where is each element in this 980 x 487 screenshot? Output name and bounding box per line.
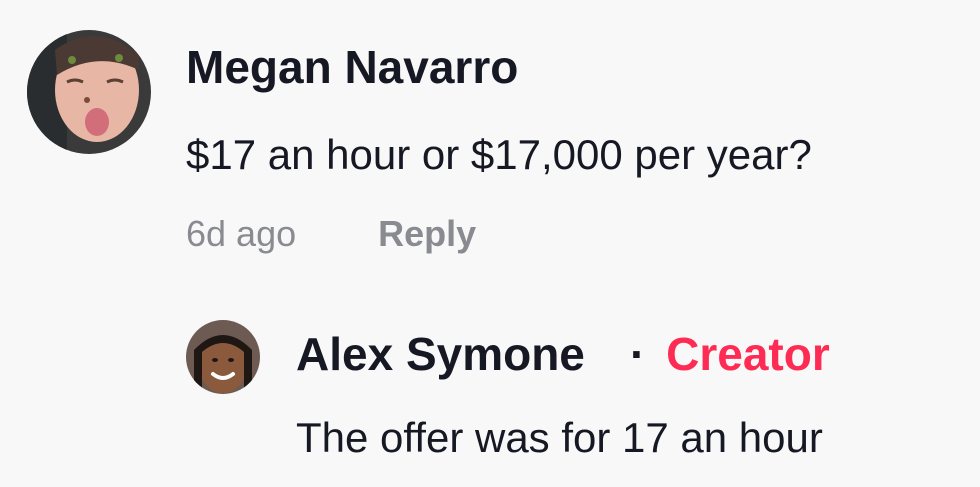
reply-author[interactable]: Alex Symone xyxy=(296,327,585,381)
creator-label: · Creator xyxy=(630,327,830,381)
alex-avatar[interactable] xyxy=(186,320,260,394)
comment-text: $17 an hour or $17,000 per year? xyxy=(186,131,812,178)
creator-badge: Creator xyxy=(666,328,830,380)
comment-thread: Megan Navarro $17 an hour or $17,000 per… xyxy=(0,0,980,487)
separator-dot: · xyxy=(630,328,646,380)
creator-avatar-photo-icon xyxy=(186,320,260,394)
comment-meta: 6d ago Reply xyxy=(186,213,476,255)
reply-button[interactable]: Reply xyxy=(378,213,476,254)
megan-avatar[interactable] xyxy=(27,30,151,154)
comment-timestamp: 6d ago xyxy=(186,213,297,254)
comment-author[interactable]: Megan Navarro xyxy=(186,40,518,94)
user-avatar-photo-icon xyxy=(27,30,151,154)
reply-text: The offer was for 17 an hour xyxy=(296,414,823,461)
